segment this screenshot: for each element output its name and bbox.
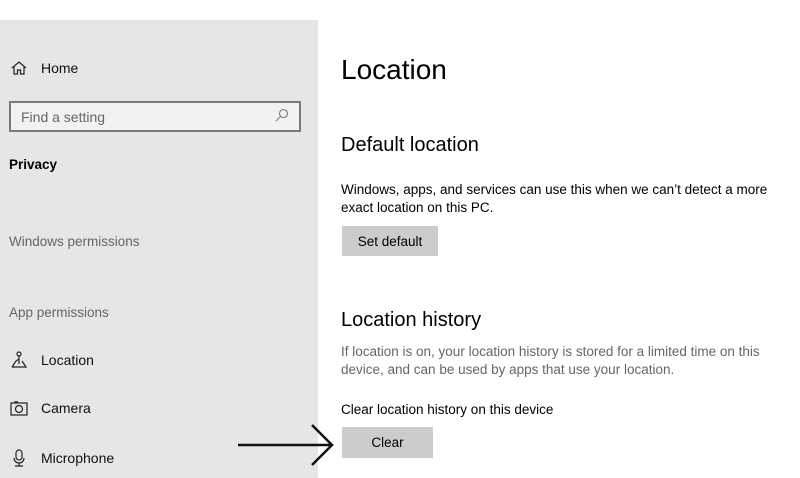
search-input[interactable]: Find a setting: [9, 101, 301, 132]
default-location-heading: Default location: [341, 134, 479, 156]
home-icon: [9, 60, 29, 76]
nav-camera[interactable]: Camera: [9, 400, 91, 416]
clear-history-label: Clear location history on this device: [341, 402, 554, 417]
clear-button[interactable]: Clear: [342, 427, 433, 458]
search-icon[interactable]: [275, 108, 289, 125]
search-placeholder: Find a setting: [21, 108, 106, 125]
nav-camera-label: Camera: [41, 400, 91, 416]
microphone-icon: [9, 449, 29, 467]
app-permissions-heading: App permissions: [9, 305, 109, 320]
arrow-annotation: [238, 424, 334, 466]
default-location-description: Windows, apps, and services can use this…: [341, 182, 768, 215]
windows-permissions-heading: Windows permissions: [9, 234, 140, 249]
nav-home-label: Home: [41, 60, 79, 76]
set-default-button[interactable]: Set default: [342, 226, 438, 256]
nav-location-label: Location: [41, 352, 94, 368]
nav-location[interactable]: Location: [9, 351, 94, 369]
section-title: Privacy: [9, 157, 58, 172]
camera-icon: [9, 400, 29, 416]
title-bar: [0, 0, 800, 20]
nav-microphone-label: Microphone: [41, 450, 115, 466]
location-history-heading: Location history: [341, 309, 482, 331]
page-title: Location: [341, 54, 447, 85]
nav-home[interactable]: Home: [9, 60, 78, 76]
nav-microphone[interactable]: Microphone: [9, 449, 114, 467]
location-icon: [9, 351, 29, 369]
location-history-description: If location is on, your location history…: [341, 344, 760, 377]
